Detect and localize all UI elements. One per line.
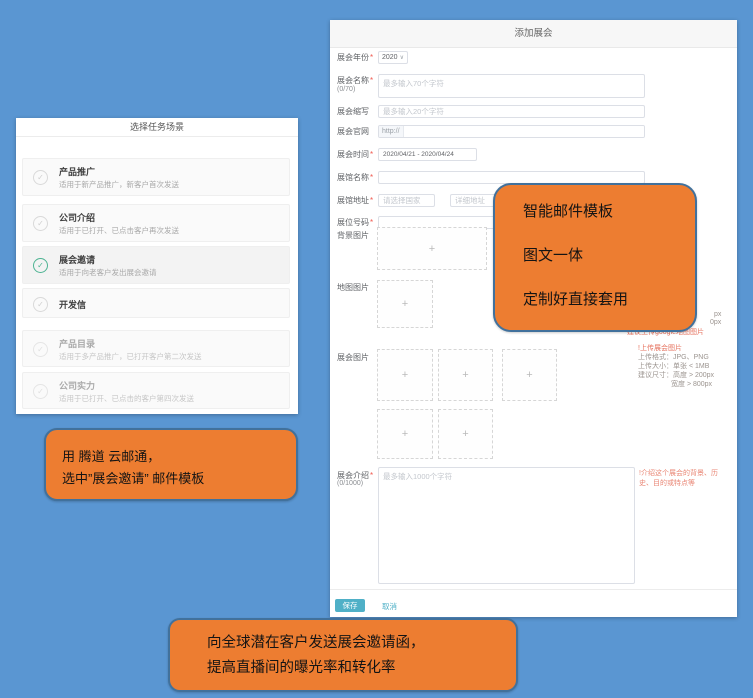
scene-item-label: 产品推广 bbox=[59, 165, 95, 178]
year-select-value: 2020 bbox=[382, 54, 398, 61]
scene-item-label: 公司介绍 bbox=[59, 211, 95, 224]
field-label-bg-image: 背景图片 bbox=[337, 231, 379, 240]
expo-tip-line: 上传格式：JPG、PNG bbox=[638, 353, 709, 362]
intro-textarea[interactable] bbox=[378, 467, 635, 584]
field-label-intro: 展会介绍* bbox=[337, 471, 379, 480]
time-range-input[interactable] bbox=[378, 148, 477, 161]
page-background: 选择任务场景 ✓ 产品推广 适用于新产品推广，新客户首次发送 ✓ 公司介绍 适用… bbox=[0, 0, 753, 698]
callout-line: 智能邮件模板 bbox=[523, 200, 613, 221]
cancel-button[interactable]: 取消 bbox=[382, 601, 397, 612]
intro-tip-text: !介绍这个展会的背景、历史、目的或特点等 bbox=[639, 469, 719, 489]
plus-icon: + bbox=[402, 369, 408, 381]
expo-image-upload[interactable]: + bbox=[377, 349, 433, 401]
plus-icon: + bbox=[402, 428, 408, 440]
year-select[interactable]: 2020 ∨ bbox=[378, 51, 408, 64]
expo-tip-line: 建议尺寸：高度 > 200px bbox=[638, 371, 714, 380]
scene-item-company-strength[interactable]: ✓ 公司实力 适用于已打开、已点击的客户第四次发送 bbox=[22, 372, 290, 409]
bg-image-upload[interactable]: + bbox=[377, 227, 487, 270]
save-button[interactable]: 保存 bbox=[335, 599, 365, 612]
check-icon: ✓ bbox=[33, 170, 48, 185]
plus-icon: + bbox=[429, 243, 435, 255]
check-icon: ✓ bbox=[33, 342, 48, 357]
field-label-name: 展会名称* bbox=[337, 76, 379, 85]
expo-tip-line: 上传大小：单张 < 1MB bbox=[638, 362, 709, 371]
required-mark: * bbox=[370, 76, 373, 85]
field-label-expo-images: 展会图片 bbox=[337, 353, 379, 362]
required-mark: * bbox=[370, 150, 373, 159]
field-label-address: 展馆地址* bbox=[337, 196, 379, 205]
expo-image-upload[interactable]: + bbox=[438, 349, 493, 401]
intro-counter: (0/1000) bbox=[337, 480, 363, 487]
field-label-time: 展会时间* bbox=[337, 150, 379, 159]
website-input-group: http:// bbox=[378, 125, 645, 138]
name-textarea[interactable] bbox=[378, 74, 645, 98]
scene-item-desc: 适用于多产品推广，已打开客户第二次发送 bbox=[59, 351, 202, 362]
scene-item-label: 开发信 bbox=[59, 298, 86, 311]
field-label-abbr: 展会缩写 bbox=[337, 107, 379, 116]
field-label-map-image: 地图图片 bbox=[337, 283, 379, 292]
check-icon: ✓ bbox=[33, 216, 48, 231]
scene-item-label: 公司实力 bbox=[59, 379, 95, 392]
callout-line: 提高直播间的曝光率和转化率 bbox=[207, 656, 396, 677]
callout-smart-template: 智能邮件模板 图文一体 定制好直接套用 bbox=[493, 183, 697, 332]
expo-tip-line: 宽度 > 800px bbox=[671, 380, 712, 389]
expo-image-upload[interactable]: + bbox=[377, 409, 433, 459]
chevron-down-icon: ∨ bbox=[400, 54, 404, 61]
callout-line: 定制好直接套用 bbox=[523, 288, 628, 309]
name-counter: (0/70) bbox=[337, 86, 355, 93]
scene-item-label: 展会邀请 bbox=[59, 253, 95, 266]
scene-item-development-letter[interactable]: ✓ 开发信 bbox=[22, 288, 290, 318]
field-label-venue: 展馆名称* bbox=[337, 173, 379, 182]
scene-panel-title: 选择任务场景 bbox=[16, 118, 298, 137]
expo-image-upload[interactable]: + bbox=[438, 409, 493, 459]
field-label-website: 展会官网 bbox=[337, 127, 379, 136]
scene-item-exhibition-invite[interactable]: ✓ 展会邀请 适用于向老客户发出展会邀请 bbox=[22, 246, 290, 284]
callout-choose-template: 用 腾道 云邮通， 选中”展会邀请” 邮件模板 bbox=[44, 428, 298, 501]
check-icon-selected: ✓ bbox=[33, 258, 48, 273]
dialog-title: 添加展会 bbox=[330, 20, 737, 48]
scene-item-desc: 适用于新产品推广，新客户首次发送 bbox=[59, 179, 179, 190]
scene-item-desc: 适用于已打开、已点击客户再次发送 bbox=[59, 225, 179, 236]
country-input[interactable] bbox=[378, 194, 435, 207]
required-mark: * bbox=[370, 173, 373, 182]
plus-icon: + bbox=[402, 298, 408, 310]
abbr-input[interactable] bbox=[378, 105, 645, 118]
callout-bottom-benefit: 向全球潜在客户发送展会邀请函， 提高直播间的曝光率和转化率 bbox=[168, 618, 518, 692]
scene-item-desc: 适用于已打开、已点击的客户第四次发送 bbox=[59, 393, 194, 404]
scene-item-desc: 适用于向老客户发出展会邀请 bbox=[59, 267, 157, 278]
callout-line: 用 腾道 云邮通， bbox=[62, 446, 160, 465]
required-mark: * bbox=[370, 471, 373, 480]
required-mark: * bbox=[370, 196, 373, 205]
callout-line: 图文一体 bbox=[523, 244, 583, 265]
map-image-upload[interactable]: + bbox=[377, 280, 433, 328]
expo-tip-title: !上传展会图片 bbox=[638, 344, 682, 353]
plus-icon: + bbox=[526, 369, 532, 381]
map-tip-fragment: 0px bbox=[710, 318, 721, 327]
expo-image-upload[interactable]: + bbox=[502, 349, 557, 401]
check-icon: ✓ bbox=[33, 297, 48, 312]
website-input[interactable] bbox=[404, 126, 644, 137]
scene-panel: 选择任务场景 ✓ 产品推广 适用于新产品推广，新客户首次发送 ✓ 公司介绍 适用… bbox=[16, 118, 298, 414]
callout-line: 向全球潜在客户发送展会邀请函， bbox=[207, 631, 425, 652]
callout-line: 选中”展会邀请” 邮件模板 bbox=[62, 468, 204, 487]
scene-item-product-catalog[interactable]: ✓ 产品目录 适用于多产品推广，已打开客户第二次发送 bbox=[22, 330, 290, 367]
required-mark: * bbox=[370, 218, 373, 227]
plus-icon: + bbox=[462, 369, 468, 381]
website-prefix: http:// bbox=[379, 126, 404, 137]
footer-divider bbox=[330, 589, 737, 590]
scene-item-label: 产品目录 bbox=[59, 337, 95, 350]
plus-icon: + bbox=[462, 428, 468, 440]
field-label-booth: 展位号码* bbox=[337, 218, 379, 227]
field-label-year: 展会年份* bbox=[337, 53, 379, 62]
required-mark: * bbox=[370, 53, 373, 62]
check-icon: ✓ bbox=[33, 384, 48, 399]
scene-item-product-promo[interactable]: ✓ 产品推广 适用于新产品推广，新客户首次发送 bbox=[22, 158, 290, 196]
scene-item-company-intro[interactable]: ✓ 公司介绍 适用于已打开、已点击客户再次发送 bbox=[22, 204, 290, 242]
